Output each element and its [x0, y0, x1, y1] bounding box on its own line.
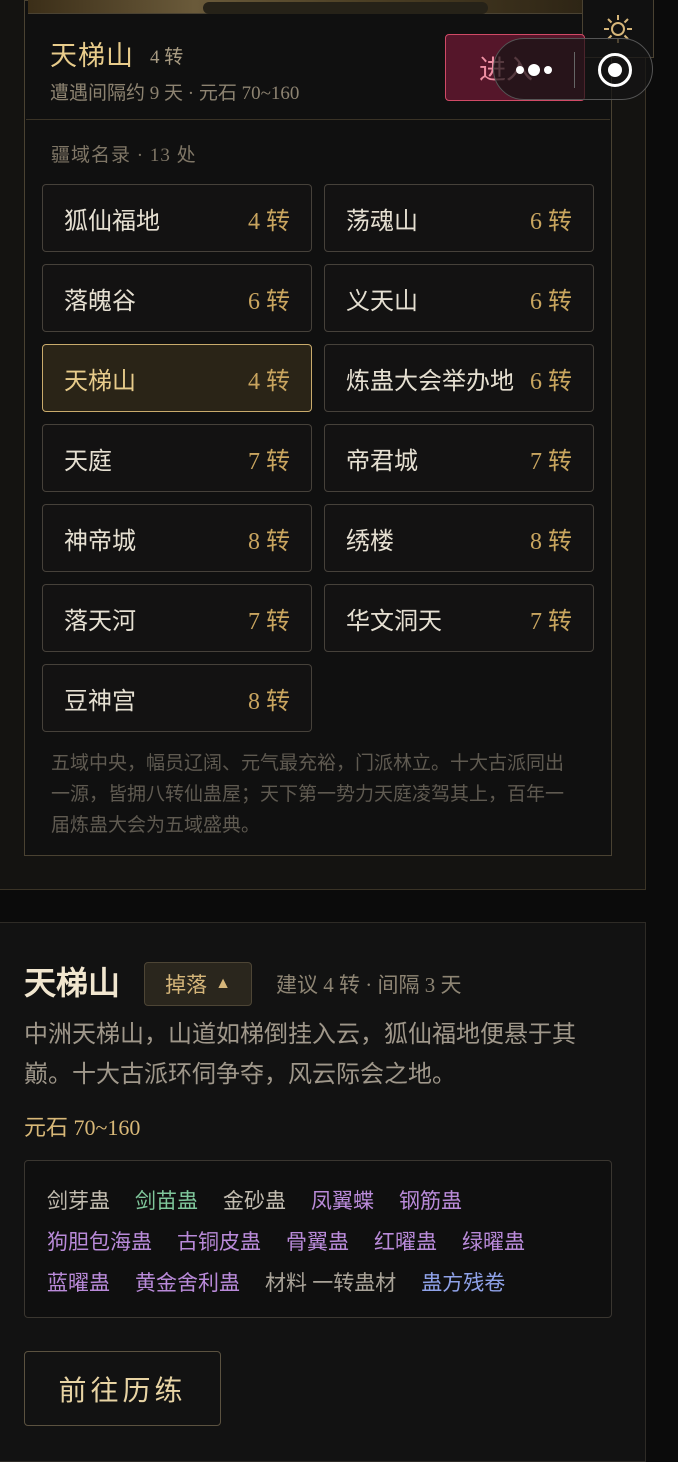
region-name: 绣楼	[346, 528, 394, 555]
region-tier: 7 转	[530, 448, 572, 475]
region-tier: 4 转	[248, 208, 290, 235]
mini-program-capsule	[493, 38, 653, 100]
more-dots-icon[interactable]	[516, 64, 552, 76]
drop-item[interactable]: 蛊方残卷	[421, 1267, 505, 1297]
region-card[interactable]: 华文洞天 7 转	[324, 584, 594, 652]
region-card[interactable]: 天庭 7 转	[42, 424, 312, 492]
region-name: 帝君城	[346, 448, 418, 475]
drop-item[interactable]: 剑芽蛊	[47, 1185, 110, 1215]
detail-title: 天梯山	[24, 965, 121, 1001]
drops-row: 狗胆包海蛊 古铜皮蛊 骨翼蛊 红曜蛊 绿曜蛊	[47, 1220, 611, 1261]
region-tier: 4 转	[248, 368, 290, 395]
region-card[interactable]: 荡魂山 6 转	[324, 184, 594, 252]
region-tier: 6 转	[530, 368, 572, 395]
region-name: 天梯山	[64, 368, 136, 395]
region-card[interactable]: 义天山 6 转	[324, 264, 594, 332]
region-tier: 6 转	[530, 208, 572, 235]
region-description: 五域中央，幅员辽阔、元气最充裕，门派林立。十大古派同出一源，皆拥八转仙蛊屋；天下…	[51, 753, 565, 836]
region-card[interactable]: 帝君城 7 转	[324, 424, 594, 492]
region-grid: 狐仙福地 4 转荡魂山 6 转落魄谷 6 转义天山 6 转天梯山 4 转炼蛊大会举办地 6 …	[42, 184, 594, 732]
region-list-heading: 疆域名录 · 13 处	[51, 145, 197, 166]
region-tier: 6 转	[248, 288, 290, 315]
detail-stone-range: 元石 70~160	[24, 1115, 141, 1140]
region-name: 炼蛊大会举办地	[346, 368, 514, 395]
drop-item[interactable]: 材料 一转蛊材	[265, 1267, 396, 1297]
region-card[interactable]: 天梯山 4 转	[42, 344, 312, 412]
banner-image	[28, 0, 582, 14]
drop-item[interactable]: 骨翼蛊	[286, 1226, 349, 1256]
drop-item[interactable]: 剑苗蛊	[135, 1185, 198, 1215]
region-card[interactable]: 落魄谷 6 转	[42, 264, 312, 332]
capsule-divider	[574, 52, 575, 88]
region-tier: 8 转	[530, 528, 572, 555]
region-name: 豆神宫	[64, 688, 136, 715]
drop-item[interactable]: 钢筋蛊	[399, 1185, 462, 1215]
drop-item[interactable]: 狗胆包海蛊	[47, 1226, 152, 1256]
region-name: 落魄谷	[64, 288, 136, 315]
region-name: 神帝城	[64, 528, 136, 555]
region-card[interactable]: 绣楼 8 转	[324, 504, 594, 572]
region-card[interactable]: 豆神宫 8 转	[42, 664, 312, 732]
region-tier: 7 转	[248, 448, 290, 475]
region-card[interactable]: 落天河 7 转	[42, 584, 312, 652]
drop-toggle-button[interactable]: 掉落 ▲	[144, 962, 252, 1006]
drop-item[interactable]: 绿曜蛊	[462, 1226, 525, 1256]
region-card[interactable]: 炼蛊大会举办地 6 转	[324, 344, 594, 412]
region-name: 落天河	[64, 608, 136, 635]
region-tier: 7 转	[530, 608, 572, 635]
region-card[interactable]: 神帝城 8 转	[42, 504, 312, 572]
area-meta: 遭遇间隔约 9 天 · 元石 70~160	[50, 83, 300, 104]
region-tier: 6 转	[530, 288, 572, 315]
chevron-up-icon: ▲	[215, 975, 231, 992]
drop-item[interactable]: 金砂蛊	[223, 1185, 286, 1215]
region-tier: 7 转	[248, 608, 290, 635]
drop-item[interactable]: 蓝曜蛊	[47, 1267, 110, 1297]
area-title: 天梯山	[50, 41, 134, 71]
region-tier: 8 转	[248, 688, 290, 715]
region-name: 荡魂山	[346, 208, 418, 235]
detail-meta: 建议 4 转 · 间隔 3 天	[276, 973, 462, 997]
drop-item[interactable]: 红曜蛊	[374, 1226, 437, 1256]
region-tier: 8 转	[248, 528, 290, 555]
drops-row: 蓝曜蛊 黄金舍利蛊 材料 一转蛊材 蛊方残卷	[47, 1261, 611, 1302]
region-card[interactable]: 狐仙福地 4 转	[42, 184, 312, 252]
drop-toggle-label: 掉落	[165, 973, 208, 997]
area-tier: 4 转	[150, 47, 184, 68]
record-icon[interactable]	[598, 53, 632, 87]
drops-row: 剑芽蛊 剑苗蛊 金砂蛊 凤翼蝶 钢筋蛊	[47, 1179, 611, 1220]
drops-list: 剑芽蛊 剑苗蛊 金砂蛊 凤翼蝶 钢筋蛊 狗胆包海蛊 古铜皮蛊 骨翼蛊 红曜蛊 绿曜蛊 蓝曜蛊 黄金舍利…	[24, 1160, 612, 1318]
region-name: 义天山	[346, 288, 418, 315]
scroll-handle[interactable]	[203, 2, 488, 14]
go-train-button[interactable]: 前往历练	[24, 1351, 221, 1426]
drop-item[interactable]: 凤翼蝶	[311, 1185, 374, 1215]
drop-item[interactable]: 黄金舍利蛊	[135, 1267, 240, 1297]
region-name: 狐仙福地	[64, 208, 160, 235]
drop-item[interactable]: 古铜皮蛊	[177, 1226, 261, 1256]
region-name: 华文洞天	[346, 608, 442, 635]
region-name: 天庭	[64, 448, 112, 475]
detail-description: 中洲天梯山，山道如梯倒挂入云，狐仙福地便悬于其巅。十大古派环伺争夺，风云际会之地…	[24, 1022, 576, 1088]
